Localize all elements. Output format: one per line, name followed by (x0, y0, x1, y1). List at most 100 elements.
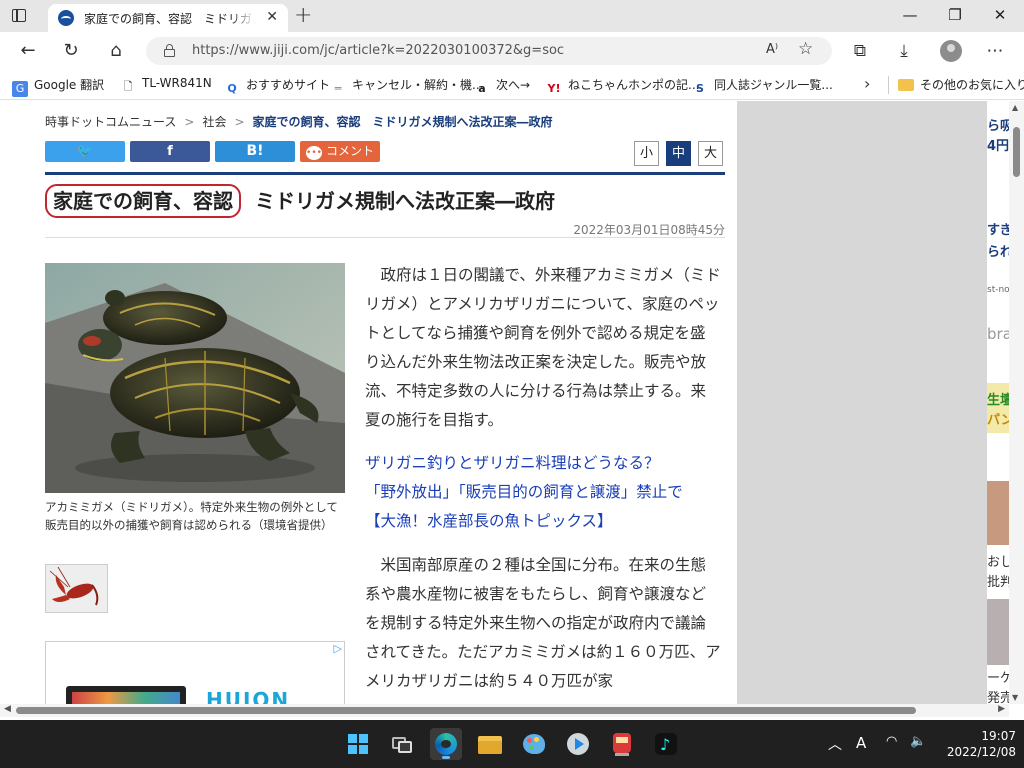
tab-actions-icon[interactable] (10, 7, 30, 25)
tab-close-icon[interactable]: ✕ (266, 9, 278, 25)
turtle-photo[interactable] (45, 263, 345, 493)
title-divider (45, 237, 725, 238)
address-url[interactable]: https://www.jiji.com/jc/article?k=202203… (192, 43, 564, 58)
sidebar-face-image (987, 599, 1009, 665)
favorite-doujinshi[interactable]: S 同人誌ジャンル一覧... (692, 76, 833, 97)
scroll-left-icon[interactable]: ◀ (4, 704, 11, 714)
paragraph-text: 政府は１日の閣議で、外来種アカミミガメ（ミドリガメ）とアメリカザリガニについて、… (365, 266, 721, 429)
sidebar-fragment: st-not (987, 285, 1009, 295)
breadcrumb-home[interactable]: 時事ドットコムニュース (45, 115, 176, 129)
sidebar-fragment: すぎ (987, 223, 1009, 238)
title-rest: ミドリガメ規制へ法改正案―政府 (255, 189, 555, 213)
vertical-scrollbar[interactable]: ▲ ▼ (1009, 101, 1024, 704)
paint-icon[interactable] (518, 728, 550, 760)
scroll-right-icon[interactable]: ▶ (998, 704, 1005, 714)
adchoices-icon[interactable]: ▷ (334, 642, 342, 655)
favorite-osusume[interactable]: Q おすすめサイト (224, 76, 330, 97)
favorite-label: ねこちゃんホンポの記... (568, 78, 700, 92)
favorite-nekochan[interactable]: Y! ねこちゃんホンポの記... (546, 76, 700, 97)
sidebar-fragment: bra (987, 325, 1009, 343)
downloads-icon[interactable]: ⤓ (893, 41, 915, 61)
favorite-next[interactable]: a 次へ→ (474, 76, 530, 97)
tab-title: 家庭での飼育、容認 ミドリガメ規制 (84, 12, 256, 26)
sidebar-ad-placeholder[interactable] (737, 101, 987, 704)
wifi-icon[interactable]: ◠ (886, 734, 897, 749)
article-date: 2022年03月01日08時45分 (573, 223, 725, 237)
start-button[interactable] (342, 728, 374, 760)
sidebar-fragment: ら吸 (987, 119, 1009, 134)
ime-indicator[interactable]: A (856, 734, 866, 752)
favorite-cancel[interactable]: ═ キャンセル・解約・機... (330, 76, 484, 97)
font-size-medium-button[interactable]: 中 (666, 141, 691, 166)
sidebar-fragment: 4円 (987, 139, 1009, 154)
media-player-icon[interactable] (562, 728, 594, 760)
collections-icon[interactable]: ⧉ (849, 41, 871, 61)
sidebar-fragment: られ (987, 245, 1009, 260)
new-tab-icon[interactable]: + (294, 3, 312, 28)
more-menu-icon[interactable]: ⋯ (984, 41, 1006, 61)
page-icon: 🗋 (123, 80, 133, 93)
advertisement-box[interactable]: ▷ HUION (45, 641, 345, 704)
twitter-icon: 🐦 (76, 144, 94, 159)
header-rule (45, 172, 725, 175)
search-icon: Q (227, 82, 237, 95)
restore-icon[interactable]: ❐ (945, 6, 965, 24)
tab-strip: 家庭での飼育、容認 ミドリガメ規制 ✕ + — ❐ ✕ (0, 0, 1024, 32)
taskbar-clock[interactable]: 19:07 2022/12/08 (940, 728, 1016, 760)
twitter-share-button[interactable]: 🐦 (45, 141, 125, 162)
tab-active[interactable]: 家庭での飼育、容認 ミドリガメ規制 ✕ (48, 4, 288, 32)
breadcrumb-current: 家庭での飼育、容認 ミドリガメ規制へ法改正案―政府 (252, 115, 553, 129)
refresh-icon[interactable]: ↻ (60, 40, 82, 62)
minimize-icon[interactable]: — (900, 6, 920, 24)
favorite-other-folder[interactable]: その他のお気に入り (898, 76, 1024, 93)
vertical-scroll-thumb[interactable] (1013, 127, 1020, 177)
lock-icon[interactable] (164, 44, 175, 57)
horizontal-scroll-thumb[interactable] (16, 707, 916, 714)
edge-taskbar-icon[interactable] (430, 728, 462, 760)
ad-brand: HUION (206, 688, 291, 704)
horizontal-scrollbar[interactable]: ◀ ▶ (0, 704, 1009, 717)
read-aloud-icon[interactable]: A⁾ (766, 42, 778, 57)
volume-icon[interactable]: 🔈 (910, 734, 926, 749)
favorites-bar: G Google 翻訳 🗋 TL-WR841N Q おすすめサイト ═ キャンセル・解約… (0, 70, 1024, 100)
sidebar-face-image (987, 481, 1009, 545)
related-links: ザリガニ釣りとザリガニ料理はどうなる？ 「野外放出」「販売目的の飼育と譲渡」禁止… (365, 449, 721, 536)
tiktok-icon[interactable]: ♪ (650, 728, 682, 760)
home-icon[interactable]: ⌂ (105, 40, 127, 62)
scroll-down-icon[interactable]: ▼ (1012, 693, 1018, 702)
google-translate-icon: G (12, 81, 28, 97)
font-size-large-button[interactable]: 大 (698, 141, 723, 166)
file-explorer-icon[interactable] (474, 728, 506, 760)
clock-time: 19:07 (981, 729, 1016, 743)
train-app-icon[interactable] (606, 728, 638, 760)
comment-bubble-icon: ••• (305, 146, 322, 160)
facebook-share-button[interactable]: f (130, 141, 210, 162)
tray-overflow-icon[interactable]: ︿ (828, 734, 842, 754)
related-link-3[interactable]: 【大漁！水産部長の魚トピックス】 (365, 507, 721, 536)
ad-tablet-image (66, 686, 186, 704)
s-icon: S (696, 82, 704, 95)
related-link-2[interactable]: 「野外放出」「販売目的の飼育と譲渡」禁止で (365, 478, 721, 507)
sidebar-fragment: 発売 (987, 691, 1009, 704)
comment-button[interactable]: ••• コメント (300, 141, 380, 162)
favorites-overflow-icon[interactable]: › (864, 74, 870, 93)
scroll-up-icon[interactable]: ▲ (1012, 103, 1018, 112)
font-size-small-button[interactable]: 小 (634, 141, 659, 166)
add-favorite-icon[interactable]: ☆ (798, 39, 813, 59)
paragraph-text: 米国南部原産の２種は全国に分布。在来の生態系や農水産物に被害をもたらし、飼育や譲… (365, 556, 721, 690)
address-bar[interactable]: https://www.jiji.com/jc/article?k=202203… (146, 37, 832, 65)
related-link-1[interactable]: ザリガニ釣りとザリガニ料理はどうなる？ (365, 449, 721, 478)
window-close-icon[interactable]: ✕ (990, 6, 1010, 24)
back-icon[interactable]: ← (17, 40, 39, 62)
comment-label: コメント (325, 144, 374, 158)
clock-date: 2022/12/08 (946, 745, 1016, 759)
task-view-icon[interactable] (386, 728, 418, 760)
crayfish-thumbnail[interactable] (45, 564, 108, 613)
windows-logo-icon (348, 734, 368, 754)
breadcrumb-category[interactable]: 社会 (202, 115, 226, 129)
favorite-tl-wr841n[interactable]: 🗋 TL-WR841N (120, 76, 212, 95)
browser-toolbar: ← ↻ ⌂ https://www.jiji.com/jc/article?k=… (0, 32, 1024, 70)
profile-avatar-icon[interactable] (940, 40, 962, 62)
favorite-google-translate[interactable]: G Google 翻訳 (12, 76, 104, 97)
hatena-bookmark-button[interactable]: B! (215, 141, 295, 162)
